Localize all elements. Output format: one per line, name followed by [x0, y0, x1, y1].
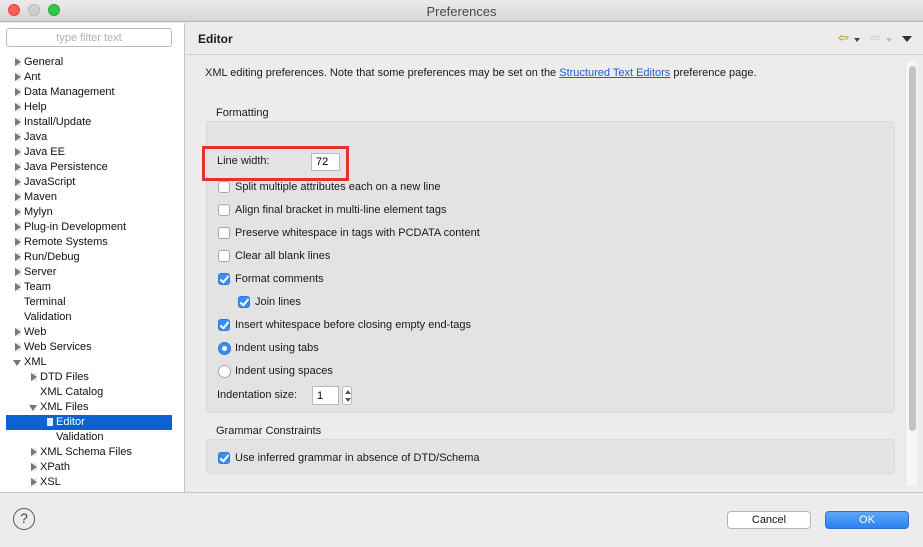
expand-arrow-icon[interactable]: [15, 133, 21, 141]
expand-arrow-icon[interactable]: [15, 118, 21, 126]
line-width-highlight: [202, 146, 349, 181]
title-bar: Preferences: [0, 0, 923, 22]
structured-text-editors-link[interactable]: Structured Text Editors: [559, 67, 670, 79]
page-header: Editor ⇦ ⇨: [186, 23, 923, 55]
expand-arrow-icon[interactable]: [31, 478, 37, 486]
expand-arrow-icon[interactable]: [15, 178, 21, 186]
expand-arrow-icon[interactable]: [15, 283, 21, 291]
page-title: Editor: [198, 32, 233, 46]
page-description: XML editing preferences. Note that some …: [205, 67, 757, 79]
expand-arrow-icon[interactable]: [15, 253, 21, 261]
tree-item-xml-schema-files[interactable]: XML Schema Files: [31, 445, 180, 460]
expand-arrow-icon[interactable]: [15, 88, 21, 96]
page-content: XML editing preferences. Note that some …: [186, 56, 923, 492]
back-history-dropdown[interactable]: [854, 38, 860, 42]
tree-item-web[interactable]: Web: [15, 325, 180, 340]
radio[interactable]: [218, 365, 231, 378]
checkbox[interactable]: [218, 204, 230, 216]
indentation-size-input[interactable]: [312, 386, 339, 405]
tree-item-plugin-development[interactable]: Plug-in Development: [15, 220, 180, 235]
checkbox-checked[interactable]: [218, 319, 230, 331]
expand-arrow-icon[interactable]: [47, 418, 53, 426]
tree-item-validation[interactable]: Validation: [24, 310, 180, 325]
tree-item-xml-validation[interactable]: Validation: [56, 430, 180, 445]
stepper-up-icon[interactable]: [345, 390, 351, 394]
collapse-arrow-icon[interactable]: [13, 360, 21, 366]
expand-arrow-icon[interactable]: [15, 223, 21, 231]
expand-arrow-icon[interactable]: [31, 448, 37, 456]
grammar-constraints-group-label: Grammar Constraints: [216, 425, 322, 437]
tree-item-ant[interactable]: Ant: [15, 70, 180, 85]
help-icon[interactable]: ?: [13, 508, 35, 530]
tree-item-maven[interactable]: Maven: [15, 190, 180, 205]
tree-item-xsl[interactable]: XSL: [31, 475, 180, 490]
tree-item-java-ee[interactable]: Java EE: [15, 145, 180, 160]
expand-arrow-icon[interactable]: [15, 328, 21, 336]
back-arrow-icon[interactable]: ⇦: [838, 31, 849, 45]
tree-item-editor[interactable]: Editor: [6, 415, 172, 430]
checkbox[interactable]: [218, 181, 230, 193]
expand-arrow-icon[interactable]: [15, 73, 21, 81]
tree-item-xml[interactable]: XML: [13, 355, 180, 370]
indentation-size-label: Indentation size:: [217, 389, 298, 401]
forward-history-dropdown[interactable]: [886, 38, 892, 42]
checkbox[interactable]: [218, 227, 230, 239]
scrollbar-thumb[interactable]: [909, 66, 916, 431]
expand-arrow-icon[interactable]: [15, 268, 21, 276]
tree-item-help[interactable]: Help: [15, 100, 180, 115]
preference-page: Editor ⇦ ⇨ XML editing preferences. Note…: [186, 23, 923, 492]
expand-arrow-icon[interactable]: [15, 238, 21, 246]
tree-item-dtd-files[interactable]: DTD Files: [31, 370, 180, 385]
vertical-scrollbar[interactable]: [905, 62, 917, 486]
dialog-button-bar: ? Cancel OK: [0, 492, 923, 547]
stepper-down-icon[interactable]: [345, 398, 351, 402]
expand-arrow-icon[interactable]: [15, 208, 21, 216]
cancel-button[interactable]: Cancel: [727, 511, 811, 529]
checkbox[interactable]: [218, 250, 230, 262]
ok-button[interactable]: OK: [825, 511, 909, 529]
expand-arrow-icon[interactable]: [15, 58, 21, 66]
tree-item-java[interactable]: Java: [15, 130, 180, 145]
expand-arrow-icon[interactable]: [31, 463, 37, 471]
checkbox-checked[interactable]: [218, 273, 230, 285]
tree-item-xpath[interactable]: XPath: [31, 460, 180, 475]
expand-arrow-icon[interactable]: [15, 103, 21, 111]
formatting-group-label: Formatting: [216, 107, 269, 119]
window-title: Preferences: [426, 4, 497, 19]
checkbox-checked[interactable]: [218, 452, 230, 464]
tree-item-web-services[interactable]: Web Services: [15, 340, 180, 355]
tree-item-data-management[interactable]: Data Management: [15, 85, 180, 100]
expand-arrow-icon[interactable]: [15, 148, 21, 156]
view-menu-icon[interactable]: [902, 36, 912, 42]
tree-item-install-update[interactable]: Install/Update: [15, 115, 180, 130]
tree-item-team[interactable]: Team: [15, 280, 180, 295]
expand-arrow-icon[interactable]: [15, 163, 21, 171]
tree-item-mylyn[interactable]: Mylyn: [15, 205, 180, 220]
filter-input[interactable]: [6, 28, 172, 47]
tree-item-javascript[interactable]: JavaScript: [15, 175, 180, 190]
expand-arrow-icon[interactable]: [15, 193, 21, 201]
collapse-arrow-icon[interactable]: [29, 405, 37, 411]
expand-arrow-icon[interactable]: [31, 373, 37, 381]
tree-item-general[interactable]: General: [15, 55, 180, 70]
tree-item-run-debug[interactable]: Run/Debug: [15, 250, 180, 265]
tree-item-xml-catalog[interactable]: XML Catalog: [40, 385, 180, 400]
tree-item-java-persistence[interactable]: Java Persistence: [15, 160, 180, 175]
tree-item-server[interactable]: Server: [15, 265, 180, 280]
tree-item-xml-files[interactable]: XML Files: [29, 400, 180, 415]
radio-selected[interactable]: [218, 342, 231, 355]
tree-item-remote-systems[interactable]: Remote Systems: [15, 235, 180, 250]
forward-arrow-icon[interactable]: ⇨: [870, 31, 881, 45]
preference-tree-panel: General Ant Data Management Help Install…: [0, 23, 185, 492]
expand-arrow-icon[interactable]: [15, 343, 21, 351]
tree-item-terminal[interactable]: Terminal: [24, 295, 180, 310]
checkbox-checked[interactable]: [238, 296, 250, 308]
indentation-size-stepper[interactable]: [342, 386, 352, 405]
